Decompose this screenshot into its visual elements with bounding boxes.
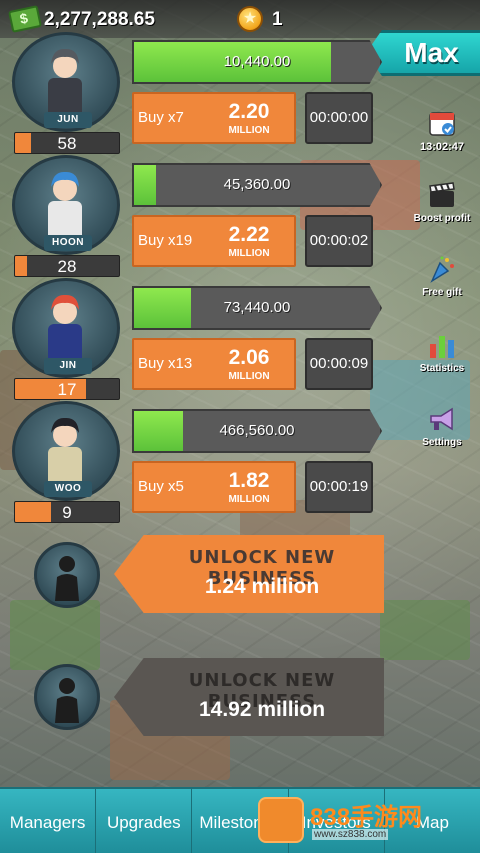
business-level: 58 (14, 132, 120, 154)
buy-button[interactable]: Buy x13 2.06 MILLION (132, 338, 296, 390)
star-count: 1 (272, 9, 283, 30)
site-watermark: 838手游网 www.sz838.com (258, 795, 458, 847)
settings-label: Settings (422, 437, 462, 448)
cash-icon (8, 5, 42, 33)
buy-price-unit: MILLION (228, 125, 270, 136)
clapperboard-icon (429, 182, 455, 207)
watermark-url: www.sz838.com (312, 829, 389, 840)
tree-cluster (380, 600, 470, 660)
silhouette-icon (55, 678, 79, 723)
manager-name: HOON (44, 235, 92, 251)
manager-name: WOO (44, 481, 92, 497)
unlock-price: 14.92 million (198, 698, 326, 721)
business-level: 28 (14, 255, 120, 277)
unlock-business-button[interactable]: UNLOCK NEW BUSINESS 1.24 million (114, 535, 384, 613)
production-progress-bar[interactable]: 45,360.00 (132, 163, 382, 207)
settings-button[interactable]: Settings (410, 404, 474, 448)
statistics-button[interactable]: Statistics (410, 330, 474, 374)
locked-manager-avatar (34, 542, 100, 608)
boost-profit-button[interactable]: Boost profit (410, 180, 474, 224)
buy-price: 1.82 (228, 469, 270, 492)
manager-portrait-icon (48, 417, 82, 491)
production-timer: 00:00:00 (305, 92, 373, 144)
megaphone-icon (430, 407, 453, 431)
watermark-text: 838手游网 (310, 804, 423, 831)
boost-profit-label: Boost profit (413, 213, 471, 224)
buy-price-unit: MILLION (228, 371, 270, 382)
production-timer: 00:00:19 (305, 461, 373, 513)
star-coin-icon: ★ (237, 6, 263, 32)
free-gift-button[interactable]: Free gift (410, 254, 474, 298)
business-level: 9 (14, 501, 120, 523)
manager-name: JIN (44, 358, 92, 374)
manager-portrait-icon (48, 294, 82, 368)
bar-chart-icon (430, 336, 454, 358)
party-popper-icon (430, 256, 454, 283)
tab-managers[interactable]: Managers (0, 789, 97, 853)
buy-quantity-label: Buy x13 (138, 355, 193, 372)
production-timer: 00:00:09 (305, 338, 373, 390)
cash-balance: 2,277,288.65 (44, 9, 155, 30)
buy-price-unit: MILLION (228, 494, 270, 505)
level-number: 58 (57, 134, 77, 153)
locked-manager-avatar (34, 664, 100, 730)
revenue-amount: 73,440.00 (223, 299, 291, 316)
revenue-amount: 466,560.00 (219, 422, 295, 439)
buy-price: 2.06 (228, 346, 270, 369)
tab-upgrades[interactable]: Upgrades (96, 789, 193, 853)
business-row: JUN 58 10,440.00 Buy x7 2.20 MILLION 00:… (0, 32, 400, 156)
revenue-amount: 45,360.00 (223, 176, 291, 193)
unlock-price: 1.24 million (204, 575, 320, 598)
statistics-label: Statistics (419, 363, 465, 374)
calendar-time[interactable]: 13:02:47 (410, 108, 474, 153)
buy-button[interactable]: Buy x7 2.20 MILLION (132, 92, 296, 144)
manager-portrait-icon (48, 171, 82, 245)
buy-quantity-label: Buy x5 (138, 478, 184, 495)
buy-price-unit: MILLION (228, 248, 270, 259)
business-row: JIN 17 73,440.00 Buy x13 2.06 MILLION 00… (0, 278, 400, 402)
watermark-logo-icon (258, 797, 304, 843)
silhouette-icon (55, 556, 79, 601)
manager-portrait-icon (48, 48, 82, 122)
tree-cluster (10, 600, 100, 670)
production-timer: 00:00:02 (305, 215, 373, 267)
production-progress-bar[interactable]: 10,440.00 (132, 40, 382, 84)
buy-quantity-label: Buy x7 (138, 109, 184, 126)
buy-button[interactable]: Buy x5 1.82 MILLION (132, 461, 296, 513)
revenue-amount: 10,440.00 (223, 53, 291, 70)
level-number: 17 (57, 380, 77, 399)
business-row: HOON 28 45,360.00 Buy x19 2.22 MILLION 0… (0, 155, 400, 279)
business-row: WOO 9 466,560.00 Buy x5 1.82 MILLION 00:… (0, 401, 400, 525)
clock-time: 13:02:47 (419, 141, 465, 153)
buy-price: 2.20 (228, 100, 270, 123)
unlock-business-button[interactable]: UNLOCK NEW BUSINESS 14.92 million (114, 658, 384, 736)
buy-price: 2.22 (228, 223, 270, 246)
buy-quantity-label: Buy x19 (138, 232, 193, 249)
level-number: 28 (57, 257, 77, 276)
production-progress-bar[interactable]: 466,560.00 (132, 409, 382, 453)
manager-name: JUN (44, 112, 92, 128)
buy-button[interactable]: Buy x19 2.22 MILLION (132, 215, 296, 267)
business-level: 17 (14, 378, 120, 400)
calendar-icon (429, 112, 455, 136)
free-gift-label: Free gift (422, 287, 462, 298)
level-number: 9 (62, 503, 72, 522)
production-progress-bar[interactable]: 73,440.00 (132, 286, 382, 330)
